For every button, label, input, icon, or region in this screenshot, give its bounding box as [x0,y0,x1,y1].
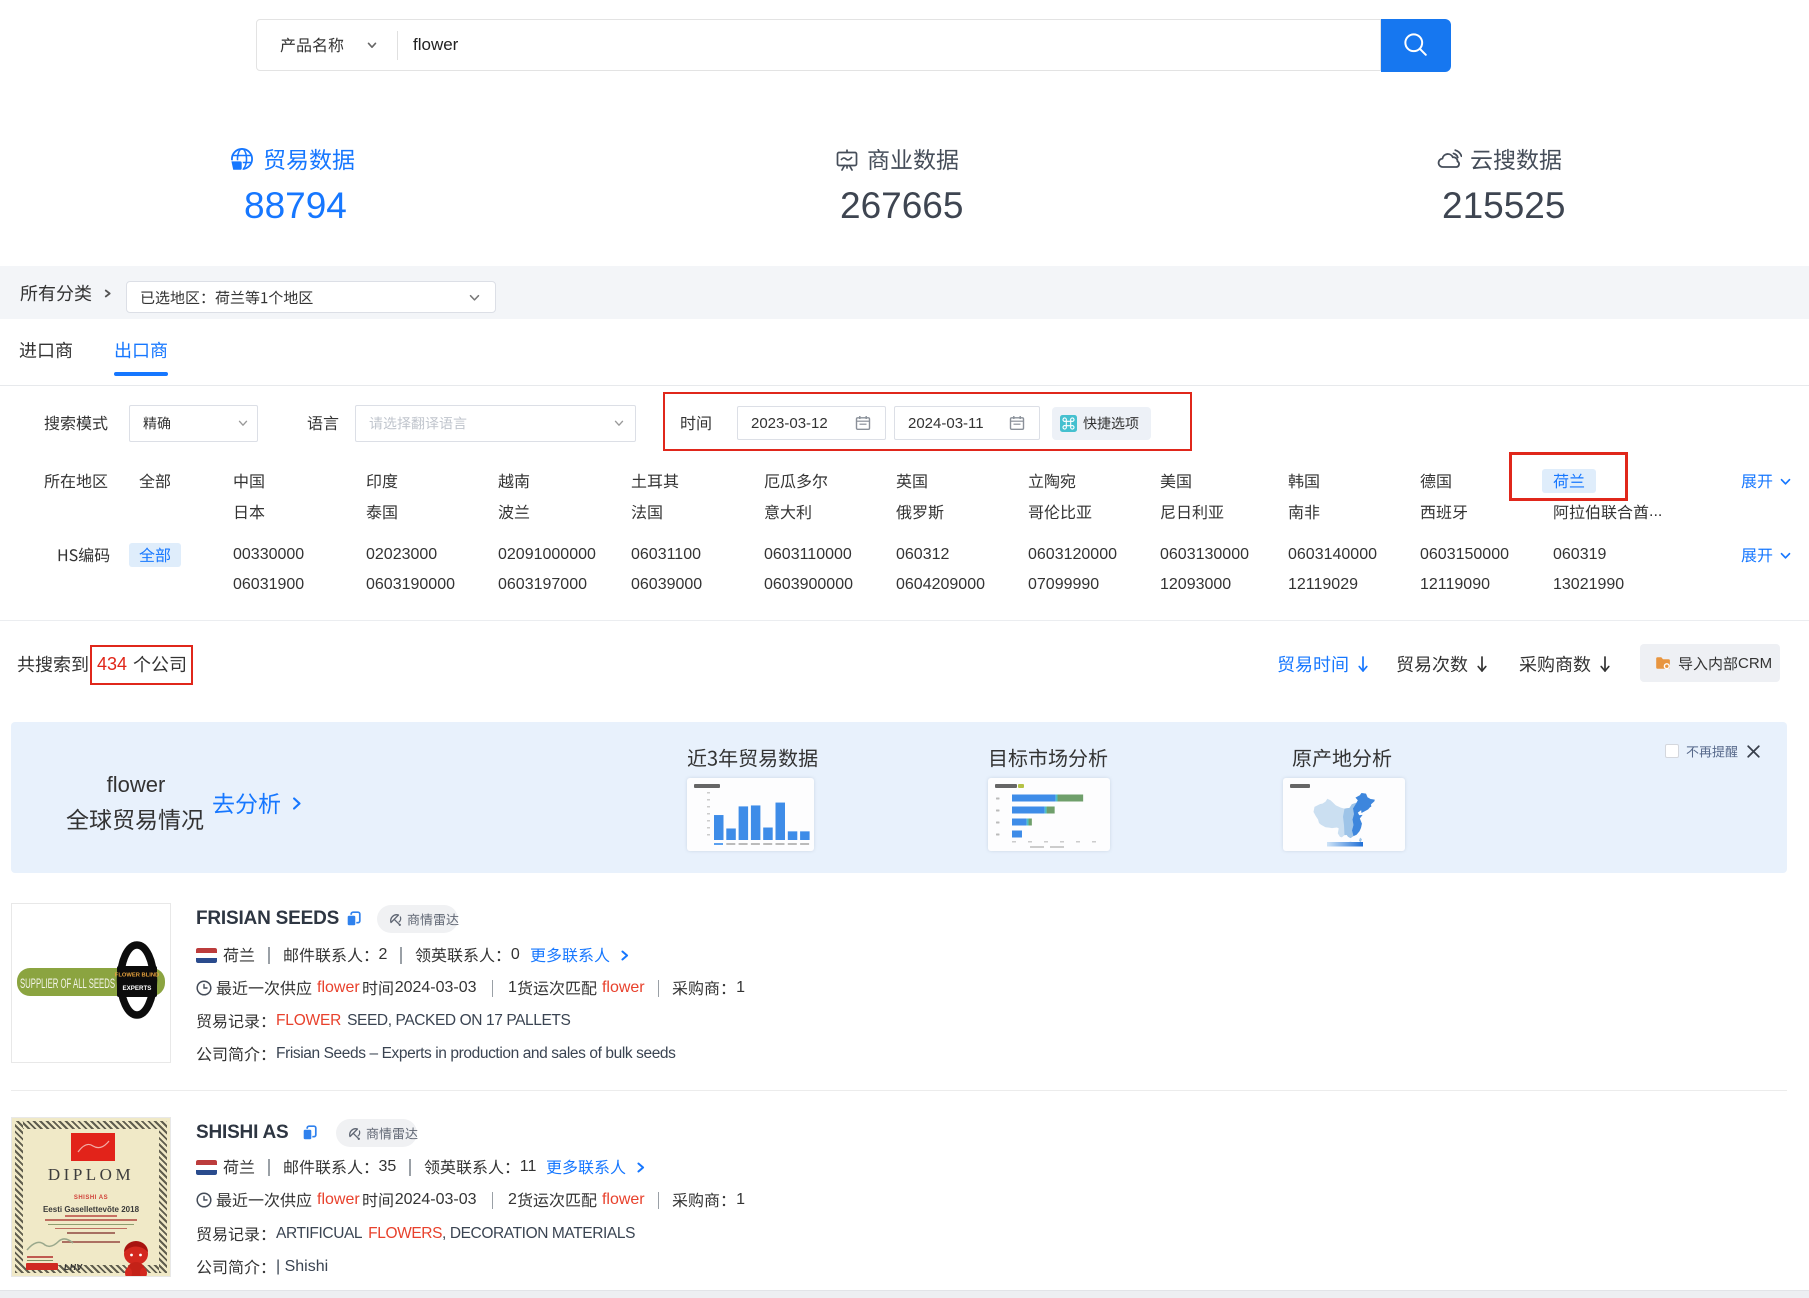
svg-text:SUPPLIER OF ALL SEEDS: SUPPLIER OF ALL SEEDS [20,976,115,991]
svg-text:EXPERTS: EXPERTS [123,985,152,992]
svg-text:FLOWER BLIND: FLOWER BLIND [115,973,159,979]
